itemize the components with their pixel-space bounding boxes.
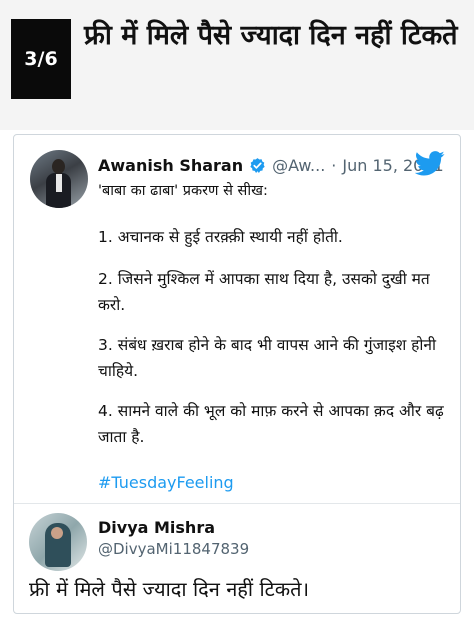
reply-author-name[interactable]: Divya Mishra	[98, 518, 215, 537]
embedded-tweet-card[interactable]: Awanish Sharan @Aw... · Jun 15, 2021 'बा…	[13, 134, 461, 614]
tweet-author-avatar[interactable]	[30, 150, 88, 208]
slide-headline: फ्री में मिले पैसे ज्यादा दिन नहीं टिकते	[84, 20, 458, 51]
tweet-divider	[14, 503, 460, 504]
tweet-text-point-1: 1. अचानक से हुई तरक़्क़ी स्थायी नहीं होत…	[98, 228, 343, 246]
tweet-author-row: Awanish Sharan @Aw... · Jun 15, 2021	[98, 152, 448, 178]
tweet-hashtag-link[interactable]: #TuesdayFeeling	[98, 473, 234, 492]
verified-badge-icon	[250, 157, 265, 173]
reply-author-avatar[interactable]	[29, 513, 87, 571]
tweet-author-handle[interactable]: @Aw...	[272, 156, 325, 175]
reply-text: फ्री में मिले पैसे ज्यादा दिन नहीं टिकते…	[29, 577, 310, 601]
slide-header: 3/6 फ्री में मिले पैसे ज्यादा दिन नहीं ट…	[0, 0, 474, 130]
reply-author-handle[interactable]: @DivyaMi11847839	[98, 540, 249, 558]
slide-counter: 3/6	[11, 19, 71, 99]
tweet-text-intro: 'बाबा का ढाबा' प्रकरण से सीख:	[98, 183, 268, 199]
tweet-text-point-4: 4. सामने वाले की भूल को माफ़ करने से आपक…	[98, 402, 444, 446]
tweet-author-name[interactable]: Awanish Sharan	[98, 156, 243, 175]
tweet-text-point-3: 3. संबंध ख़राब होने के बाद भी वापस आने क…	[98, 336, 437, 380]
separator-dot: ·	[331, 155, 337, 175]
tweet-text-point-2: 2. जिसने मुश्किल में आपका साथ दिया है, उ…	[98, 270, 430, 314]
twitter-bird-icon[interactable]	[415, 151, 445, 176]
